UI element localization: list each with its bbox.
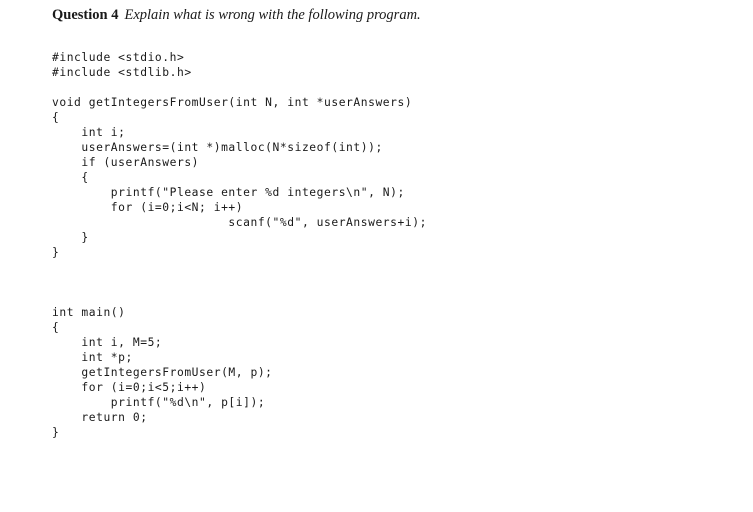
document-page: Question 4 Explain what is wrong with the… xyxy=(0,0,753,512)
code-line: printf("%d\n", p[i]); xyxy=(52,396,266,409)
code-line: int i; xyxy=(52,126,126,139)
code-line: for (i=0;i<N; i++) xyxy=(52,201,244,214)
code-line: userAnswers=(int *)malloc(N*sizeof(int))… xyxy=(52,141,383,154)
code-line: if (userAnswers) xyxy=(52,156,200,169)
code-line: { xyxy=(52,171,89,184)
code-line: #include <stdio.h> xyxy=(52,51,185,64)
code-line: int main() xyxy=(52,306,126,319)
code-line: } xyxy=(52,426,60,439)
code-line: } xyxy=(52,246,60,259)
question-prompt-text: Explain what is wrong with the following… xyxy=(124,7,421,23)
code-line: int *p; xyxy=(52,351,133,364)
code-line: void getIntegersFromUser(int N, int *use… xyxy=(52,96,413,109)
code-line: printf("Please enter %d integers\n", N); xyxy=(52,186,405,199)
code-line: { xyxy=(52,321,60,334)
code-line: } xyxy=(52,231,89,244)
question-heading: Question 4 Explain what is wrong with the… xyxy=(52,6,421,24)
code-line: int i, M=5; xyxy=(52,336,163,349)
code-line: #include <stdlib.h> xyxy=(52,66,192,79)
question-number-label: Question 4 xyxy=(52,7,119,23)
code-line: for (i=0;i<5;i++) xyxy=(52,381,207,394)
code-line: getIntegersFromUser(M, p); xyxy=(52,366,273,379)
code-line: { xyxy=(52,111,60,124)
code-line: return 0; xyxy=(52,411,148,424)
code-listing: #include <stdio.h> #include <stdlib.h> vo… xyxy=(52,50,712,440)
code-line: scanf("%d", userAnswers+i); xyxy=(52,216,427,229)
